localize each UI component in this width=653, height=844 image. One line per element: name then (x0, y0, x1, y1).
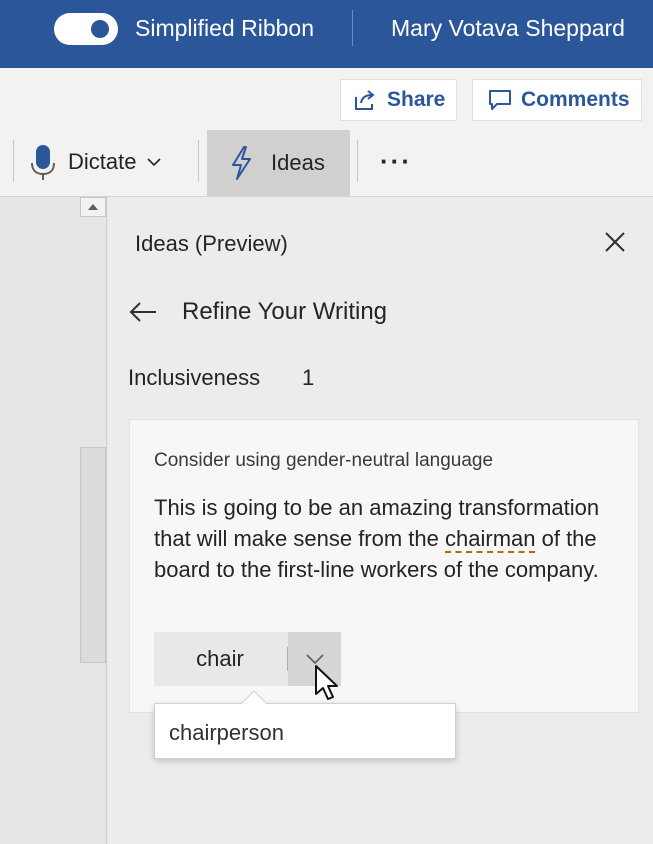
pane-title: Ideas (Preview) (135, 231, 288, 256)
simplified-ribbon-toggle[interactable] (54, 13, 118, 45)
simplified-ribbon-label: Simplified Ribbon (135, 15, 314, 41)
scrollbar-thumb[interactable] (80, 447, 106, 663)
suggestion-dropdown-menu: chairperson (154, 690, 456, 759)
scroll-up-arrow-icon (88, 204, 98, 210)
dropdown-item-chairperson[interactable]: chairperson (169, 720, 284, 746)
toolbar-divider (13, 140, 14, 182)
more-options-button[interactable]: ··· (380, 140, 412, 182)
comments-label: Comments (521, 88, 630, 111)
section-title: Refine Your Writing (182, 298, 388, 325)
scroll-up-button[interactable] (80, 197, 106, 217)
category-label: Inclusiveness (128, 365, 261, 390)
suggestion-card[interactable]: Consider using gender-neutral language T… (129, 419, 639, 713)
close-icon (605, 232, 625, 252)
chevron-down-icon (147, 158, 162, 167)
category-count: 1 (302, 365, 315, 390)
comment-icon (489, 90, 511, 110)
suggestion-split-button: chair (154, 632, 341, 686)
ideas-label: Ideas (271, 150, 325, 175)
title-bar: Simplified Ribbon Mary Votava Sheppard (0, 0, 653, 68)
mouse-pointer-icon (315, 665, 338, 700)
flagged-word[interactable]: chairman (445, 526, 535, 551)
toolbar-divider (357, 140, 358, 182)
suggestion-button[interactable]: chair (154, 632, 286, 686)
back-arrow-icon (129, 302, 156, 322)
card-text: This is going to be an amazing transform… (154, 492, 624, 585)
title-divider (352, 10, 353, 46)
microphone-icon (31, 145, 55, 180)
toolbar-divider (198, 140, 199, 182)
document-scroll-area (0, 197, 107, 844)
share-button[interactable]: Share (340, 79, 457, 121)
share-icon (355, 90, 375, 110)
dictate-label: Dictate (68, 149, 137, 174)
card-heading: Consider using gender-neutral language (154, 450, 494, 471)
ribbon: Share Comments Dictate Ideas ··· (0, 68, 653, 197)
back-button[interactable] (126, 297, 160, 327)
toggle-knob (91, 20, 109, 38)
close-pane-button[interactable] (600, 227, 630, 257)
user-name[interactable]: Mary Votava Sheppard (391, 15, 625, 42)
share-label: Share (387, 88, 446, 111)
lightning-icon (232, 146, 251, 180)
ideas-button[interactable]: Ideas (207, 130, 350, 196)
comments-button[interactable]: Comments (472, 79, 642, 121)
dictate-button[interactable]: Dictate (28, 134, 162, 190)
